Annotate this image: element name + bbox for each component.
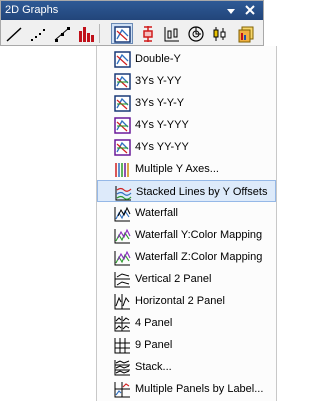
menu-item-9-panel[interactable]: 9 Panel <box>97 334 276 356</box>
graph-type-menu: Double-Y 3Ys Y-YY 3Ys Y-Y-Y 4Ys Y-YYY 4Y… <box>96 46 277 401</box>
menu-item-stack[interactable]: Stack... <box>97 356 276 378</box>
menu-item-4ys-yy-yy[interactable]: 4Ys YY-YY <box>97 136 276 158</box>
menu-item-3ys-y-yy[interactable]: 3Ys Y-YY <box>97 70 276 92</box>
line-symbol-chart-button[interactable] <box>51 23 73 44</box>
four-y-axes-icon <box>114 139 131 156</box>
menu-item-label: Horizontal 2 Panel <box>135 295 225 307</box>
menu-item-horizontal-2-panel[interactable]: Horizontal 2 Panel <box>97 290 276 312</box>
menu-item-vertical-2-panel[interactable]: Vertical 2 Panel <box>97 268 276 290</box>
menu-item-label: Stack... <box>135 361 172 373</box>
multi-axis-chart-icon <box>114 26 131 43</box>
menu-item-waterfall-z-color[interactable]: Waterfall Z:Color Mapping <box>97 246 276 268</box>
vertical-panel-icon <box>114 272 130 288</box>
line-symbol-chart-icon <box>54 27 70 42</box>
waterfall-color-icon <box>114 250 131 266</box>
menu-item-label: 3Ys Y-Y-Y <box>135 97 185 109</box>
menu-item-label: Waterfall Z:Color Mapping <box>135 251 263 263</box>
menu-item-double-y[interactable]: Double-Y <box>97 48 276 70</box>
menu-item-label: 4Ys YY-YY <box>135 141 189 153</box>
horizontal-panel-icon <box>114 294 130 310</box>
four-panel-icon <box>114 316 130 332</box>
menu-item-label: 4Ys Y-YYY <box>135 119 189 131</box>
column-chart-button[interactable] <box>75 23 97 44</box>
three-y-axes-icon <box>114 73 131 90</box>
toolbar-buttons <box>1 21 263 46</box>
close-icon[interactable] <box>244 4 256 16</box>
waterfall-color-icon <box>114 228 131 244</box>
stack-icon <box>114 360 130 376</box>
scatter-chart-button[interactable] <box>27 23 49 44</box>
polar-chart-button[interactable] <box>185 23 207 44</box>
box-chart-icon <box>164 27 179 42</box>
nine-panel-icon <box>114 338 130 354</box>
stacked-lines-icon <box>115 186 132 201</box>
waterfall-icon <box>114 206 131 222</box>
graphs-toolbar: 2D Graphs <box>0 0 264 46</box>
menu-item-label: 3Ys Y-YY <box>135 75 182 87</box>
menu-item-label: Stacked Lines by Y Offsets <box>136 186 268 198</box>
menu-item-label: Vertical 2 Panel <box>135 273 212 285</box>
menu-item-label: Waterfall <box>135 207 178 219</box>
multiple-y-axes-icon <box>115 163 129 177</box>
menu-item-multiple-panels-by-label[interactable]: Multiple Panels by Label... <box>97 378 276 400</box>
menu-item-4-panel[interactable]: 4 Panel <box>97 312 276 334</box>
polar-chart-icon <box>188 26 204 42</box>
toolbar-separator <box>99 24 100 43</box>
template-chart-icon <box>238 26 254 43</box>
menu-item-label: Double-Y <box>135 53 181 65</box>
menu-item-label: Multiple Y Axes... <box>135 163 219 175</box>
menu-item-4ys-y-yyy[interactable]: 4Ys Y-YYY <box>97 114 276 136</box>
four-y-axes-icon <box>114 117 131 134</box>
menu-item-multiple-y-axes[interactable]: Multiple Y Axes... <box>97 158 276 180</box>
toolbar-title: 2D Graphs <box>5 4 59 16</box>
template-chart-button[interactable] <box>235 23 257 44</box>
menu-item-label: 4 Panel <box>135 317 173 329</box>
double-y-icon <box>114 51 131 68</box>
scatter-chart-icon <box>31 29 45 41</box>
column-chart-icon <box>79 27 94 42</box>
line-chart-button[interactable] <box>3 23 25 44</box>
menu-item-waterfall[interactable]: Waterfall <box>97 202 276 224</box>
menu-item-3ys-y-y-y[interactable]: 3Ys Y-Y-Y <box>97 92 276 114</box>
chevron-down-icon[interactable] <box>225 5 237 17</box>
menu-item-label: Waterfall Y:Color Mapping <box>135 229 263 241</box>
multiple-panels-icon <box>114 382 130 398</box>
toolbar-titlebar[interactable]: 2D Graphs <box>1 1 263 20</box>
stock-chart-button[interactable] <box>209 23 231 44</box>
box-chart-button[interactable] <box>161 23 183 44</box>
multi-axis-chart-button[interactable] <box>111 23 133 44</box>
menu-item-waterfall-y-color[interactable]: Waterfall Y:Color Mapping <box>97 224 276 246</box>
error-bar-chart-button[interactable] <box>137 23 159 44</box>
menu-item-stacked-lines[interactable]: Stacked Lines by Y Offsets <box>97 180 276 202</box>
stock-chart-icon <box>213 27 226 41</box>
menu-item-label: 9 Panel <box>135 339 173 351</box>
error-bar-chart-icon <box>143 26 153 42</box>
three-y-axes-icon <box>114 95 131 112</box>
menu-item-label: Multiple Panels by Label... <box>135 383 264 395</box>
line-chart-icon <box>6 27 22 42</box>
